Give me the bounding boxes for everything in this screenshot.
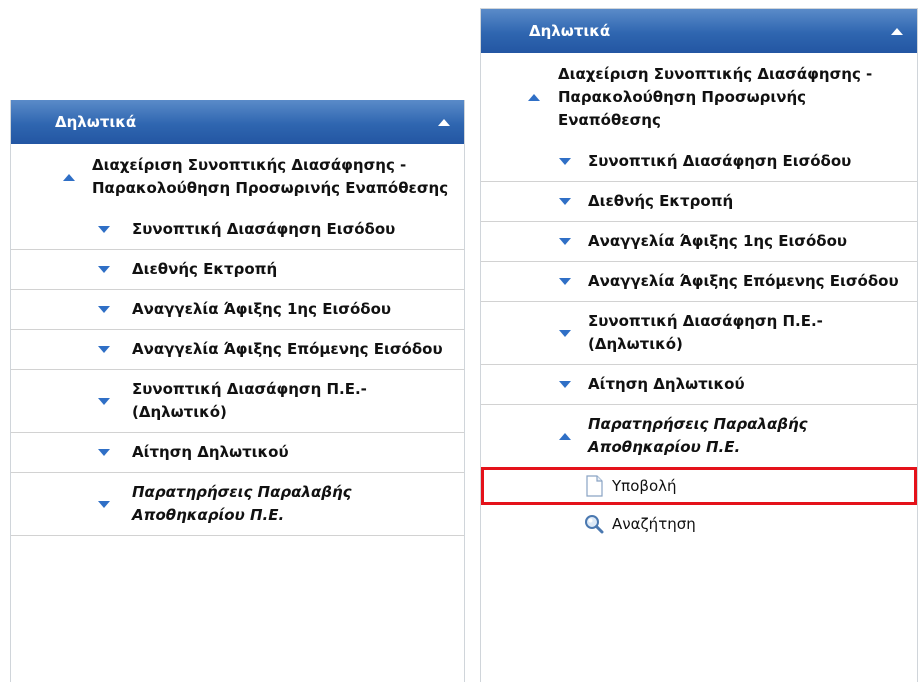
menu-item-label: Αναγγελία Άφιξης Επόμενης Εισόδου <box>132 340 443 358</box>
collapsed-arrow-icon <box>559 278 571 285</box>
menu-item-international-diversion[interactable]: Διεθνής Εκτροπή <box>481 182 917 222</box>
menu-item-arrival-notice-next-entry[interactable]: Αναγγελία Άφιξης Επόμενης Εισόδου <box>481 262 917 302</box>
menu-item-manifest-request[interactable]: Αίτηση Δηλωτικού <box>481 365 917 405</box>
menu-item-label: Αίτηση Δηλωτικού <box>132 443 289 461</box>
menu-item-warehouse-receipt-remarks[interactable]: Παρατηρήσεις Παραλαβής Αποθηκαρίου Π.Ε. <box>481 405 917 467</box>
collapsed-arrow-icon <box>98 306 110 313</box>
menu-item-label: Αναγγελία Άφιξης 1ης Εισόδου <box>132 300 392 318</box>
menu-item-label: Παρατηρήσεις Παραλαβής Αποθηκαρίου Π.Ε. <box>132 483 352 524</box>
left-menu-panel: Δηλωτικά Διαχείριση Συνοπτικής Διασάφηση… <box>10 100 465 682</box>
magnifier-icon <box>585 515 604 534</box>
collapse-arrow-icon[interactable] <box>438 118 450 126</box>
menu-item-label: Παρατηρήσεις Παραλαβής Αποθηκαρίου Π.Ε. <box>588 415 808 456</box>
collapse-arrow-icon[interactable] <box>891 27 903 35</box>
collapsed-arrow-icon <box>559 329 571 337</box>
menu-item-arrival-notice-first-entry[interactable]: Αναγγελία Άφιξης 1ης Εισόδου <box>481 222 917 262</box>
collapsed-arrow-icon <box>98 397 110 405</box>
menu-item-manifest-request[interactable]: Αίτηση Δηλωτικού <box>11 433 464 473</box>
menu-item-label: Αίτηση Δηλωτικού <box>588 375 745 393</box>
expanded-arrow-icon <box>559 432 571 440</box>
menu-item-label: Αναγγελία Άφιξης Επόμενης Εισόδου <box>588 272 899 290</box>
collapsed-arrow-icon <box>98 346 110 353</box>
collapsed-arrow-icon <box>559 381 571 388</box>
menu-item-entry-summary-declaration[interactable]: Συνοπτική Διασάφηση Εισόδου <box>481 142 917 182</box>
menu-item-arrival-notice-first-entry[interactable]: Αναγγελία Άφιξης 1ης Εισόδου <box>11 290 464 330</box>
menu-item-label: Διεθνής Εκτροπή <box>588 192 734 210</box>
submenu-item-search[interactable]: Αναζήτηση <box>481 505 917 543</box>
menu-item-label: Διαχείριση Συνοπτικής Διασάφησης - Παρακ… <box>558 65 873 129</box>
menu-item-label: Συνοπτική Διασάφηση Εισόδου <box>588 152 852 170</box>
menu-item-label: Συνοπτική Διασάφηση Π.Ε.- (Δηλωτικό) <box>132 380 367 421</box>
submenu-item-submit[interactable]: Υποβολή <box>481 467 917 505</box>
collapsed-arrow-icon <box>559 158 571 165</box>
collapsed-arrow-icon <box>98 449 110 456</box>
menu-header-label: Δηλωτικά <box>55 113 137 131</box>
menu-item-arrival-notice-next-entry[interactable]: Αναγγελία Άφιξης Επόμενης Εισόδου <box>11 330 464 370</box>
menu-item-summary-declaration-manifest[interactable]: Συνοπτική Διασάφηση Π.Ε.- (Δηλωτικό) <box>11 370 464 433</box>
menu-item-label: Συνοπτική Διασάφηση Εισόδου <box>132 220 396 238</box>
right-menu-panel: Δηλωτικά Διαχείριση Συνοπτικής Διασάφηση… <box>480 8 918 682</box>
document-icon <box>586 475 603 497</box>
menu-header-dilotika[interactable]: Δηλωτικά <box>11 100 464 144</box>
menu-item-summary-declaration-management[interactable]: Διαχείριση Συνοπτικής Διασάφησης - Παρακ… <box>481 53 917 142</box>
menu-item-label: Αναγγελία Άφιξης 1ης Εισόδου <box>588 232 848 250</box>
collapsed-arrow-icon <box>559 238 571 245</box>
menu-header-dilotika[interactable]: Δηλωτικά <box>481 9 917 53</box>
menu-item-international-diversion[interactable]: Διεθνής Εκτροπή <box>11 250 464 290</box>
submenu-item-label: Αναζήτηση <box>612 515 696 533</box>
collapsed-arrow-icon <box>98 266 110 273</box>
expanded-arrow-icon <box>528 94 540 101</box>
submenu-item-label: Υποβολή <box>612 477 677 495</box>
menu-item-warehouse-receipt-remarks[interactable]: Παρατηρήσεις Παραλαβής Αποθηκαρίου Π.Ε. <box>11 473 464 536</box>
menu-item-label: Διεθνής Εκτροπή <box>132 260 278 278</box>
menu-item-summary-declaration-management[interactable]: Διαχείριση Συνοπτικής Διασάφησης - Παρακ… <box>11 144 464 210</box>
menu-header-label: Δηλωτικά <box>529 22 611 40</box>
expanded-arrow-icon <box>63 173 75 181</box>
collapsed-arrow-icon <box>98 500 110 508</box>
collapsed-arrow-icon <box>559 198 571 205</box>
menu-item-summary-declaration-manifest[interactable]: Συνοπτική Διασάφηση Π.Ε.- (Δηλωτικό) <box>481 302 917 365</box>
collapsed-arrow-icon <box>98 226 110 233</box>
menu-item-label: Συνοπτική Διασάφηση Π.Ε.- (Δηλωτικό) <box>588 312 823 353</box>
menu-item-entry-summary-declaration[interactable]: Συνοπτική Διασάφηση Εισόδου <box>11 210 464 250</box>
menu-item-label: Διαχείριση Συνοπτικής Διασάφησης - Παρακ… <box>92 156 449 197</box>
